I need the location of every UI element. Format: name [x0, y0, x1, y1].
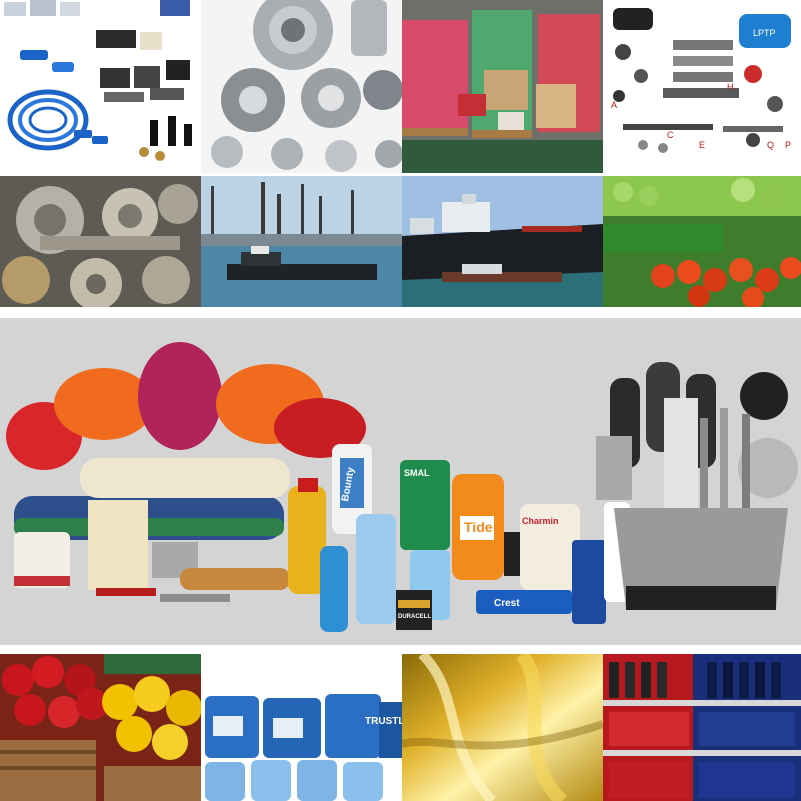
household-goods-banner: Tide Bounty SMAL DURACELL Charmin Crest: [0, 318, 801, 645]
warehouse-boxes-illustration: [402, 0, 603, 173]
electronics-photo: [0, 0, 201, 173]
metal-parts-photo: [201, 0, 402, 173]
tool-parts-photo: LPTP A C E H Q P: [603, 0, 801, 173]
tool-letter-e: E: [699, 140, 705, 150]
household-goods-illustration: Tide Bounty SMAL DURACELL Charmin Crest: [0, 318, 801, 645]
blue-drums-illustration: TRUSTL: [201, 654, 402, 801]
tool-letter-q: Q: [767, 140, 774, 150]
vegetables-photo: [603, 176, 801, 307]
soap-brand-label: SMAL: [404, 468, 430, 478]
electronics-illustration: [0, 0, 201, 173]
peppers-photo: [0, 654, 201, 801]
tool-parts-illustration: LPTP A C E H Q P: [603, 0, 801, 173]
gears-photo: [0, 176, 201, 307]
tool-letter-a: A: [611, 100, 617, 110]
oil-photo: [402, 654, 603, 801]
detergent-brand-label: Tide: [464, 519, 493, 535]
warehouse-photo: [402, 0, 603, 173]
cargo-ship-illustration: [402, 176, 603, 307]
tool-brand-label: LPTP: [753, 28, 776, 38]
golden-oil-illustration: [402, 654, 603, 801]
bell-peppers-illustration: [0, 654, 201, 801]
drum-brand-label: TRUSTL: [365, 716, 402, 727]
tool-letter-h: H: [727, 82, 734, 92]
tissue-brand-label: Charmin: [522, 516, 559, 526]
chemical-drums-photo: TRUSTL: [201, 654, 402, 801]
vegetable-market-illustration: [603, 176, 801, 307]
harbor-photo: [201, 176, 402, 307]
beverage-shelves-photo: [603, 654, 801, 801]
harbor-illustration: [201, 176, 402, 307]
beverage-shelves-illustration: [603, 654, 801, 801]
battery-brand-label: DURACELL: [398, 614, 431, 620]
toothpaste-brand-label: Crest: [494, 598, 520, 609]
tool-letter-c: C: [667, 130, 674, 140]
ship-photo: [402, 176, 603, 307]
tool-letter-p: P: [785, 140, 791, 150]
utensil-holder: [596, 362, 798, 610]
metal-flange-illustration: [201, 0, 402, 173]
gears-illustration: [0, 176, 201, 307]
